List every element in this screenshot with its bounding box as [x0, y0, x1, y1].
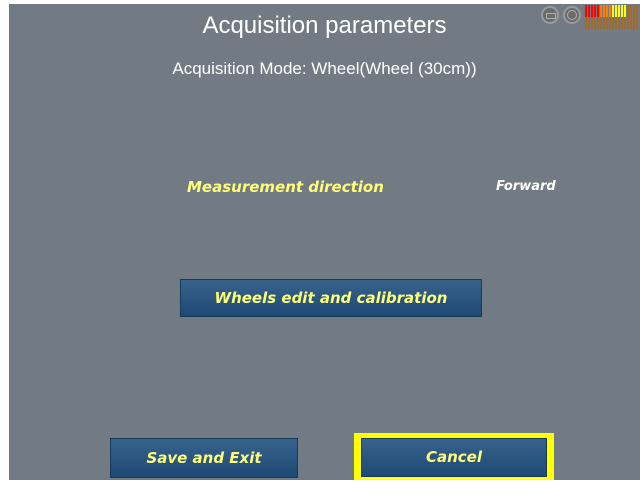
signal-bar [594, 5, 596, 17]
signal-bar [585, 5, 587, 17]
signal-bar [624, 5, 626, 17]
signal-bar [591, 17, 593, 29]
signal-bar [594, 17, 596, 29]
signal-bar [615, 17, 617, 29]
status-area [539, 4, 640, 30]
measurement-direction-value[interactable]: Forward [496, 178, 556, 196]
save-and-exit-button[interactable]: Save and Exit [110, 438, 298, 478]
signal-bar [612, 17, 614, 29]
signal-bar [588, 5, 590, 17]
acquisition-mode-label: Acquisition Mode: Wheel(Wheel (30cm)) [172, 59, 477, 78]
signal-bar [609, 17, 611, 29]
signal-bar [606, 17, 608, 29]
signal-bar [603, 5, 605, 17]
signal-bar [624, 17, 626, 29]
signal-bar [633, 5, 635, 29]
signal-bar [600, 17, 602, 29]
network-icon [563, 6, 581, 24]
measurement-direction-label: Measurement direction [187, 178, 384, 196]
signal-bar [618, 5, 620, 17]
acquisition-parameters-screen: Acquisition parameters Acquisition Mode:… [9, 4, 640, 480]
signal-bar [606, 5, 608, 17]
signal-bar [612, 5, 614, 17]
signal-bar [627, 5, 629, 29]
signal-strength-bars-icon [585, 5, 640, 29]
signal-bar [588, 17, 590, 29]
battery-icon [541, 6, 559, 24]
signal-bar [621, 17, 623, 29]
signal-bar [636, 5, 638, 29]
signal-bar [603, 17, 605, 29]
signal-bar [600, 5, 602, 17]
signal-bar [597, 17, 599, 29]
signal-bar [597, 5, 599, 17]
signal-bar [585, 17, 587, 29]
signal-bar [609, 5, 611, 17]
signal-bar [630, 5, 632, 29]
wheels-edit-calibration-button[interactable]: Wheels edit and calibration [180, 279, 482, 317]
signal-bar [591, 5, 593, 17]
signal-bar [621, 5, 623, 17]
signal-bar [615, 5, 617, 17]
signal-bar [618, 17, 620, 29]
cancel-button[interactable]: Cancel [361, 438, 547, 477]
